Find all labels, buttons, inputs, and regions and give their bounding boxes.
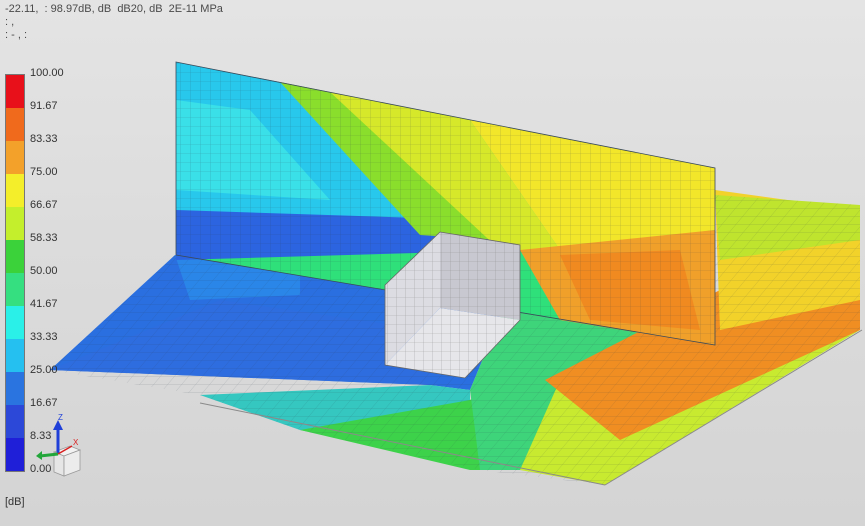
legend-label: 58.33 (30, 232, 58, 244)
color-legend-bar (5, 74, 25, 472)
legend-swatch (6, 306, 24, 339)
legend-label: 41.67 (30, 298, 58, 310)
legend-label: 100.00 (30, 67, 64, 79)
legend-label: 66.67 (30, 199, 58, 211)
legend-label: 50.00 (30, 265, 58, 277)
legend-swatch (6, 174, 24, 207)
legend-swatch (6, 438, 24, 471)
legend-swatch (6, 273, 24, 306)
legend-swatch (6, 75, 24, 108)
legend-label: 16.67 (30, 397, 58, 409)
legend-label: 33.33 (30, 331, 58, 343)
orientation-triad-icon[interactable]: Z X (36, 412, 86, 482)
triad-x-label: X (73, 438, 79, 447)
legend-unit-label: [dB] (5, 496, 25, 508)
triad-z-label: Z (58, 413, 63, 422)
legend-label: 25.00 (30, 364, 58, 376)
legend-label: 83.33 (30, 133, 58, 145)
legend-swatch (6, 372, 24, 405)
legend-swatch (6, 207, 24, 240)
legend-swatch (6, 108, 24, 141)
legend-swatch (6, 240, 24, 273)
legend-swatch (6, 339, 24, 372)
legend-swatch (6, 405, 24, 438)
legend-swatch (6, 141, 24, 174)
legend-label: 91.67 (30, 100, 58, 112)
legend-label: 75.00 (30, 166, 58, 178)
contour-plot-viewport[interactable] (0, 0, 865, 526)
